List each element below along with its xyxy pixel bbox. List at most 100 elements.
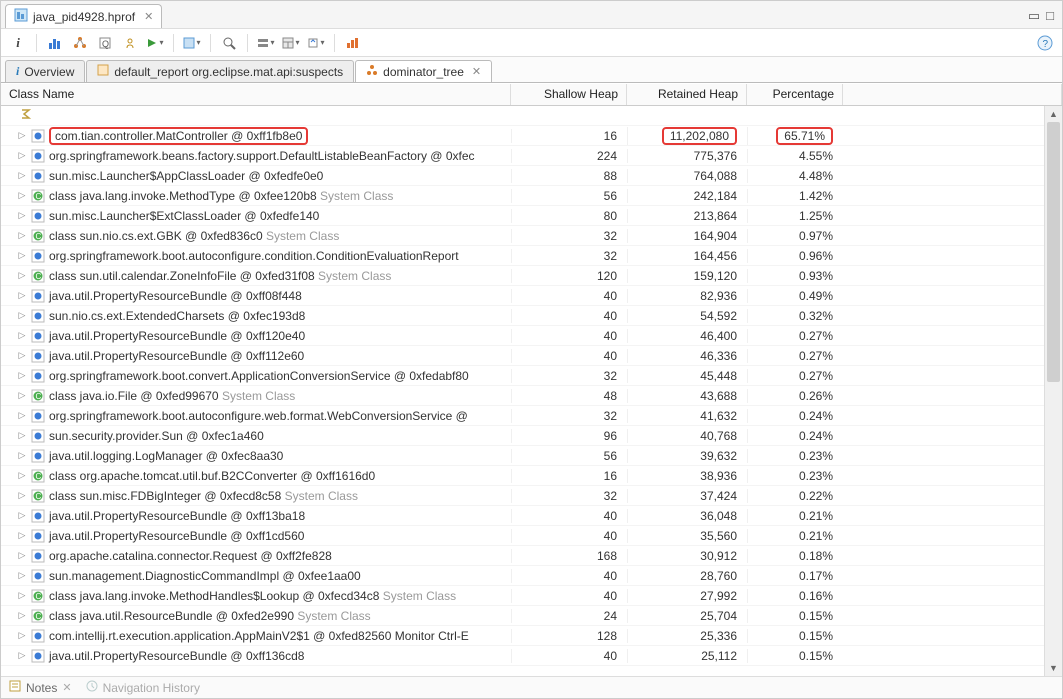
overview-icon[interactable]: i [7,32,29,54]
table-row[interactable]: ▷java.util.PropertyResourceBundle @ 0xff… [1,346,1044,366]
table-row[interactable]: ▷Cclass org.apache.tomcat.util.buf.B2CCo… [1,466,1044,486]
table-row[interactable]: ▷java.util.PropertyResourceBundle @ 0xff… [1,506,1044,526]
tab-navigation-history[interactable]: Navigation History [86,680,200,695]
expand-icon[interactable]: ▷ [17,210,27,221]
table-row[interactable]: ▷sun.nio.cs.ext.ExtendedCharsets @ 0xfec… [1,306,1044,326]
svg-text:C: C [36,232,42,241]
table-row[interactable]: ▷java.util.PropertyResourceBundle @ 0xff… [1,526,1044,546]
table-row[interactable]: ▷Cclass sun.nio.cs.ext.GBK @ 0xfed836c0 … [1,226,1044,246]
expand-icon[interactable]: ▷ [17,650,27,661]
table-row[interactable]: ▷Cclass java.lang.invoke.MethodType @ 0x… [1,186,1044,206]
tab-dominator-tree[interactable]: dominator_tree ✕ [355,60,492,82]
close-icon[interactable]: ✕ [472,65,481,78]
sum-icon [19,107,33,124]
expand-icon[interactable]: ▷ [17,590,27,601]
expand-icon[interactable]: ▷ [17,450,27,461]
expand-icon[interactable]: ▷ [17,630,27,641]
table-row[interactable]: ▷org.springframework.beans.factory.suppo… [1,146,1044,166]
find-icon[interactable] [218,32,240,54]
expand-icon[interactable]: ▷ [17,530,27,541]
shallow-heap-cell: 56 [511,189,627,203]
expand-icon[interactable]: ▷ [17,510,27,521]
table-row[interactable]: ▷org.springframework.boot.autoconfigure.… [1,246,1044,266]
compare-icon[interactable] [342,32,364,54]
expand-icon[interactable]: ▷ [17,190,27,201]
close-icon[interactable]: ✕ [144,10,153,23]
column-retained-heap[interactable]: Retained Heap [627,84,747,105]
table-row[interactable]: ▷Cclass sun.misc.FDBigInteger @ 0xfecd8c… [1,486,1044,506]
column-shallow-heap[interactable]: Shallow Heap [511,84,627,105]
table-row[interactable]: ▷java.util.PropertyResourceBundle @ 0xff… [1,326,1044,346]
shallow-heap-cell: 40 [511,569,627,583]
scroll-down-icon[interactable]: ▼ [1045,660,1062,676]
retained-heap-cell: 46,400 [627,329,747,343]
expand-icon[interactable]: ▷ [17,470,27,481]
expand-icon[interactable]: ▷ [17,330,27,341]
expand-icon[interactable]: ▷ [17,230,27,241]
scroll-thumb[interactable] [1047,122,1060,382]
help-icon[interactable]: ? [1034,32,1056,54]
table-row[interactable]: ▷sun.misc.Launcher$ExtClassLoader @ 0xfe… [1,206,1044,226]
shallow-heap-cell: 32 [511,489,627,503]
table-row[interactable]: ▷java.util.logging.LogManager @ 0xfec8aa… [1,446,1044,466]
expand-icon[interactable]: ▷ [17,430,27,441]
histogram-icon[interactable] [44,32,66,54]
rows-scroll-area[interactable]: ▷com.tian.controller.MatController @ 0xf… [1,106,1044,676]
expand-icon[interactable]: ▷ [17,290,27,301]
table-row[interactable]: ▷ sun.management.DiagnosticCommandImpl @ … [1,566,1044,586]
table-row[interactable]: ▷Cclass java.io.File @ 0xfed99670 System… [1,386,1044,406]
table-row[interactable]: ▷org.apache.catalina.connector.Request @… [1,546,1044,566]
run-report-icon[interactable] [144,32,166,54]
table-row[interactable]: ▷com.tian.controller.MatController @ 0xf… [1,126,1044,146]
column-percentage[interactable]: Percentage [747,84,843,105]
filter-row[interactable] [1,106,1044,126]
percentage-cell: 0.23% [747,469,843,483]
expand-icon[interactable]: ▷ [17,250,27,261]
expand-icon[interactable]: ▷ [17,350,27,361]
group-icon[interactable] [255,32,277,54]
tab-label: dominator_tree [383,65,464,79]
tab-suspects[interactable]: default_report org.eclipse.mat.api:suspe… [86,60,354,82]
expand-icon[interactable]: ▷ [17,310,27,321]
vertical-scrollbar[interactable]: ▲ ▼ [1044,106,1062,676]
table-row[interactable]: ▷java.util.PropertyResourceBundle @ 0xff… [1,286,1044,306]
expand-icon[interactable]: ▷ [17,170,27,181]
tab-overview[interactable]: i Overview [5,60,85,82]
maximize-icon[interactable]: □ [1046,8,1054,24]
expand-icon[interactable]: ▷ [17,130,27,141]
table-row[interactable]: ▷org.springframework.boot.autoconfigure.… [1,406,1044,426]
expand-icon[interactable]: ▷ [17,570,27,581]
dominator-tree-icon[interactable] [69,32,91,54]
expand-icon[interactable]: ▷ [17,150,27,161]
scroll-track[interactable] [1045,122,1062,660]
table-row[interactable]: ▷Cclass java.lang.invoke.MethodHandles$L… [1,586,1044,606]
expand-icon[interactable]: ▷ [17,270,27,281]
expand-icon[interactable]: ▷ [17,390,27,401]
expand-icon[interactable]: ▷ [17,370,27,381]
table-row[interactable]: ▷org.springframework.boot.convert.Applic… [1,366,1044,386]
expand-icon[interactable]: ▷ [17,490,27,501]
tab-notes[interactable]: Notes ✕ [9,680,72,695]
percentage-cell: 0.27% [747,349,843,363]
calc-retained-icon[interactable] [280,32,302,54]
oql-icon[interactable]: Q [94,32,116,54]
query-browser-icon[interactable] [181,32,203,54]
expand-icon[interactable]: ▷ [17,610,27,621]
column-class-name[interactable]: Class Name [1,84,511,105]
expand-icon[interactable]: ▷ [17,410,27,421]
table-row[interactable]: ▷java.util.PropertyResourceBundle @ 0xff… [1,646,1044,666]
table-row[interactable]: ▷com.intellij.rt.execution.application.A… [1,626,1044,646]
table-row[interactable]: ▷Cclass java.util.ResourceBundle @ 0xfed… [1,606,1044,626]
scroll-up-icon[interactable]: ▲ [1045,106,1062,122]
thread-icon[interactable] [119,32,141,54]
object-icon [31,429,45,443]
table-row[interactable]: ▷sun.misc.Launcher$AppClassLoader @ 0xfe… [1,166,1044,186]
expand-icon[interactable]: ▷ [17,550,27,561]
table-row[interactable]: ▷sun.security.provider.Sun @ 0xfec1a4609… [1,426,1044,446]
table-row[interactable]: ▷Cclass sun.util.calendar.ZoneInfoFile @… [1,266,1044,286]
close-icon[interactable]: ✕ [62,681,71,694]
minimize-icon[interactable]: ▭ [1028,8,1040,24]
class-name-cell: sun.management.DiagnosticCommandImpl @ 0… [49,569,361,583]
file-tab-hprof[interactable]: java_pid4928.hprof ✕ [5,4,162,28]
export-icon[interactable] [305,32,327,54]
